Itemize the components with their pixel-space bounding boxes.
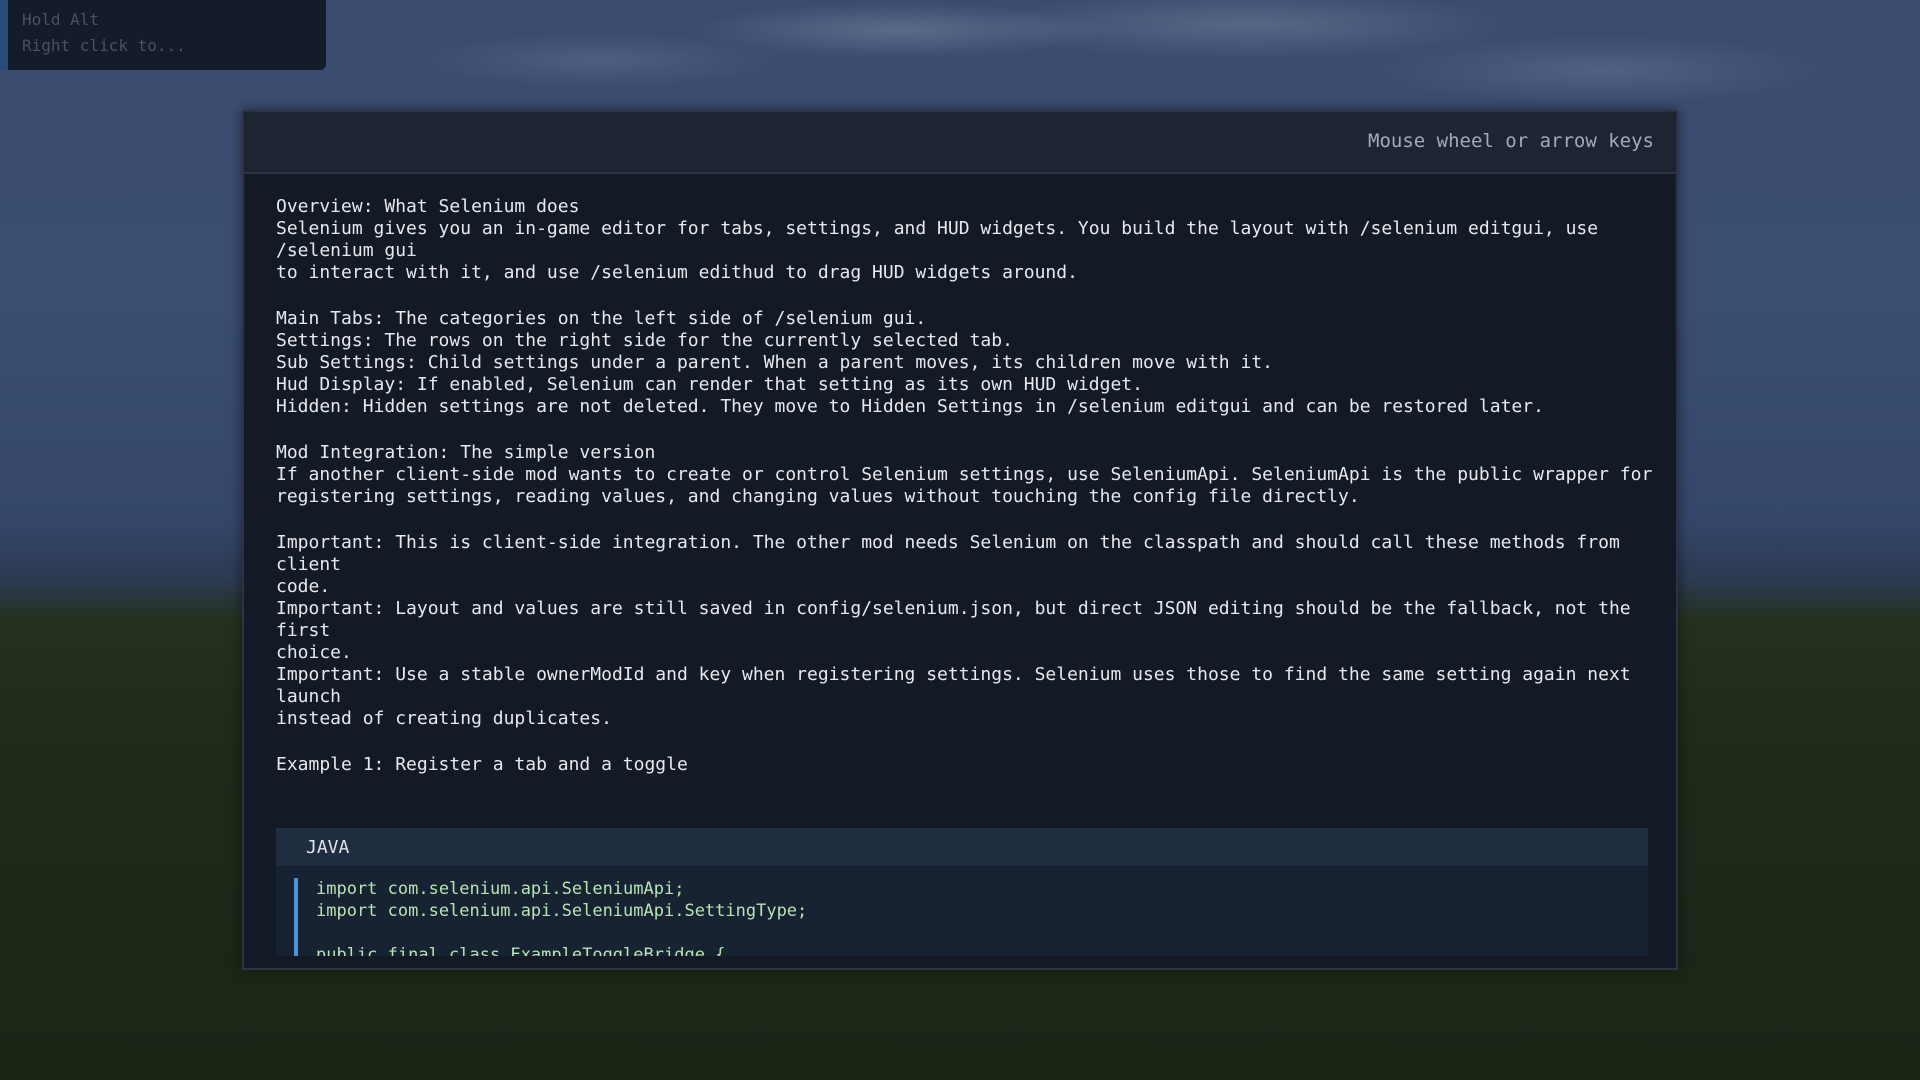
code-line: import com.selenium.api.SeleniumApi.Sett… [316, 901, 808, 921]
doc-line: Selenium gives you an in-game editor for… [276, 218, 1599, 261]
doc-line: Important: Layout and values are still s… [276, 598, 1631, 641]
doc-line: instead of creating duplicates. [276, 708, 612, 729]
doc-line: Example 1: Register a tab and a toggle [276, 754, 688, 775]
docs-panel[interactable]: Mouse wheel or arrow keys Overview: What… [242, 110, 1678, 970]
code-header: JAVA [276, 828, 1648, 866]
doc-line: registering settings, reading values, an… [276, 486, 1360, 507]
panel-header: Mouse wheel or arrow keys [244, 112, 1676, 174]
doc-line: Mod Integration: The simple version [276, 442, 656, 463]
doc-line: Main Tabs: The categories on the left si… [276, 308, 927, 329]
doc-line: Sub Settings: Child settings under a par… [276, 352, 1273, 373]
code-language-label: JAVA [306, 837, 350, 858]
doc-line: Important: This is client-side integrati… [276, 532, 1620, 575]
scroll-hint: Mouse wheel or arrow keys [1368, 130, 1654, 152]
code-line: import com.selenium.api.SeleniumApi; [316, 879, 685, 899]
doc-line: Hud Display: If enabled, Selenium can re… [276, 374, 1143, 395]
doc-line: to interact with it, and use /selenium e… [276, 262, 1078, 283]
hint-line-1: Hold Alt [22, 10, 100, 29]
doc-line: choice. [276, 642, 352, 663]
code-block: JAVA import com.selenium.api.SeleniumApi… [276, 828, 1648, 956]
code-line: public final class ExampleToggleBridge { [316, 945, 726, 956]
doc-line: Hidden: Hidden settings are not deleted.… [276, 396, 1544, 417]
docs-text: Overview: What Selenium does Selenium giv… [276, 196, 1656, 776]
hint-accent-bar [0, 0, 8, 70]
hint-line-2: Right click to... [22, 36, 186, 55]
hint-overlay: Hold Alt Right click to... [0, 0, 326, 70]
doc-line: Overview: What Selenium does [276, 196, 580, 217]
doc-line: Important: Use a stable ownerModId and k… [276, 664, 1631, 707]
code-body: import com.selenium.api.SeleniumApi; impo… [294, 878, 1638, 956]
doc-line: code. [276, 576, 331, 597]
docs-scroll-area[interactable]: Overview: What Selenium does Selenium giv… [276, 196, 1656, 956]
doc-line: Settings: The rows on the right side for… [276, 330, 1013, 351]
doc-line: If another client-side mod wants to crea… [276, 464, 1653, 485]
